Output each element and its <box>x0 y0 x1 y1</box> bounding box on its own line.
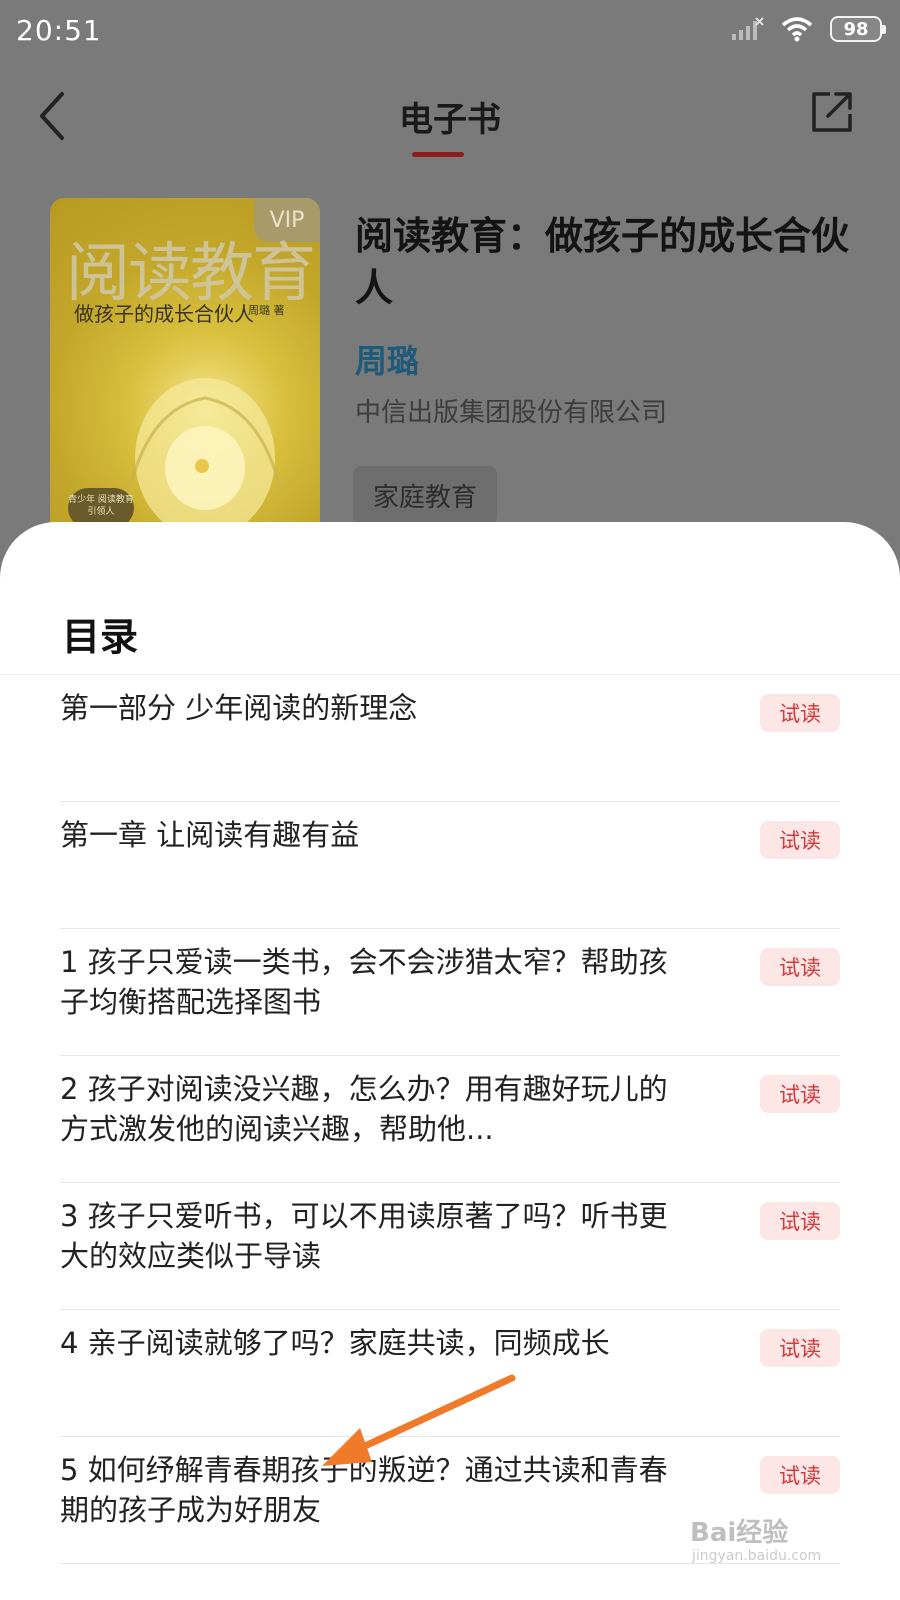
wifi-icon <box>781 17 813 42</box>
book-author[interactable]: 周璐 <box>355 336 419 382</box>
cover-illustration <box>128 378 282 538</box>
toc-sheet: 目录 第一部分 少年阅读的新理念 试读 第一章 让阅读有趣有益 试读 1 孩子只… <box>0 522 900 1600</box>
book-cover[interactable]: VIP 阅读教育 做孩子的成长合伙人 周璐 著 青少年 阅读教育引领人 <box>50 198 320 538</box>
cover-author: 周璐 著 <box>248 304 285 317</box>
watermark-logo: Bai经验 <box>690 1518 789 1548</box>
tab-indicator <box>412 152 464 157</box>
battery-indicator: 98 <box>830 16 886 42</box>
toc-item-title: 4 亲子阅读就够了吗？家庭共读，同频成长 <box>60 1326 610 1360</box>
nav-header: 电子书 <box>0 62 900 172</box>
toc-item[interactable]: 3 孩子只爱听书，可以不用读原著了吗？听书更大的效应类似于导读 试读 <box>60 1182 840 1310</box>
toc-item[interactable]: 1 孩子只爱读一类书，会不会涉猎太窄？帮助孩子均衡搭配选择图书 试读 <box>60 928 840 1056</box>
cover-subtitle: 做孩子的成长合伙人 <box>74 302 254 326</box>
toc-item[interactable]: 第一部分 少年阅读的新理念 试读 <box>60 674 840 802</box>
status-bar: 20:51 98 <box>0 0 900 62</box>
trial-read-badge[interactable]: 试读 <box>760 1075 840 1113</box>
cellular-signal-icon <box>732 17 764 40</box>
trial-read-badge[interactable]: 试读 <box>760 821 840 859</box>
toc-item-title: 1 孩子只爱读一类书，会不会涉猎太窄？帮助孩子均衡搭配选择图书 <box>60 945 668 1019</box>
toc-item-title: 5 如何纾解青春期孩子的叛逆？通过共读和青春期的孩子成为好朋友 <box>60 1453 668 1527</box>
toc-item[interactable]: 2 孩子对阅读没兴趣，怎么办？用有趣好玩儿的方式激发他的阅读兴趣，帮助他... … <box>60 1055 840 1183</box>
share-icon[interactable] <box>808 88 856 136</box>
trial-read-badge[interactable]: 试读 <box>760 948 840 986</box>
toc-item-title: 2 孩子对阅读没兴趣，怎么办？用有趣好玩儿的方式激发他的阅读兴趣，帮助他... <box>60 1072 668 1146</box>
watermark-url: jingyan.baidu.com <box>692 1548 822 1564</box>
toc-item-title: 第一部分 少年阅读的新理念 <box>60 691 418 725</box>
category-tag[interactable]: 家庭教育 <box>353 466 498 524</box>
book-title: 阅读教育：做孩子的成长合伙人 <box>355 214 850 310</box>
book-publisher: 中信出版集团股份有限公司 <box>355 398 668 428</box>
toc-heading: 目录 <box>62 615 139 659</box>
trial-read-badge[interactable]: 试读 <box>760 1202 840 1240</box>
trial-read-badge[interactable]: 试读 <box>760 1456 840 1494</box>
toc-item-title: 第一章 让阅读有趣有益 <box>60 818 360 852</box>
battery-level: 98 <box>843 18 869 40</box>
status-time: 20:51 <box>16 14 102 47</box>
trial-read-badge[interactable]: 试读 <box>760 1329 840 1367</box>
trial-read-badge[interactable]: 试读 <box>760 694 840 732</box>
toc-item-title: 3 孩子只爱听书，可以不用读原著了吗？听书更大的效应类似于导读 <box>60 1199 668 1273</box>
toc-item[interactable]: 第一章 让阅读有趣有益 试读 <box>60 801 840 929</box>
page-title: 电子书 <box>399 100 501 140</box>
status-icons: 98 <box>730 16 886 42</box>
toc-item[interactable]: 4 亲子阅读就够了吗？家庭共读，同频成长 试读 <box>60 1309 840 1437</box>
